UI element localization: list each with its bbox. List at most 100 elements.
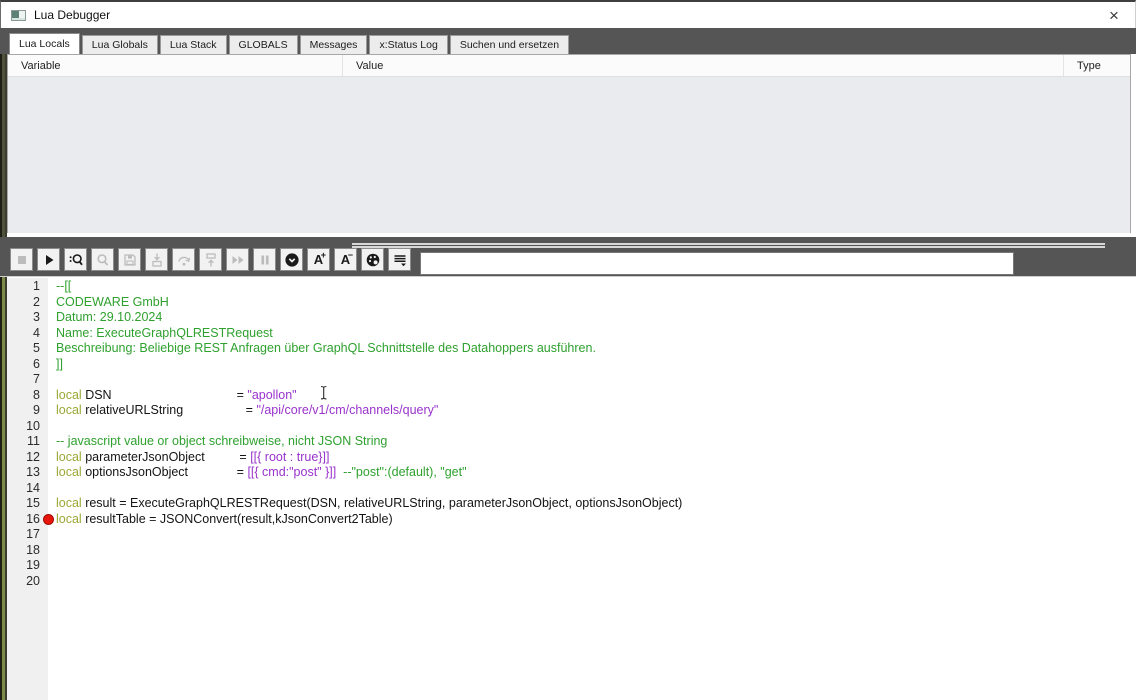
breakpoint-marker[interactable] <box>43 513 54 525</box>
step-out-button[interactable] <box>199 248 222 271</box>
code-line: 7 <box>7 372 1136 388</box>
code-text[interactable] <box>48 419 56 435</box>
tab-lua-globals[interactable]: Lua Globals <box>81 35 158 54</box>
toggle-breakpoint-button[interactable] <box>280 248 303 271</box>
line-number[interactable]: 14 <box>7 481 48 497</box>
code-line: 10 <box>7 419 1136 435</box>
stop-icon <box>17 255 26 264</box>
line-number[interactable]: 3 <box>7 310 48 326</box>
line-number[interactable]: 8 <box>7 388 48 404</box>
toolbar-buttons: A + A − <box>10 248 411 271</box>
code-line: 4 Name: ExecuteGraphQLRESTRequest <box>7 326 1136 342</box>
line-number[interactable]: 15 <box>7 496 48 512</box>
tab-status-log[interactable]: x:Status Log <box>369 35 448 54</box>
window-left-edge-olive <box>0 237 7 700</box>
code-line: 3 Datum: 29.10.2024 <box>7 310 1136 326</box>
code-text[interactable]: local DSN = "apollon" <box>48 388 297 404</box>
line-number[interactable]: 6 <box>7 357 48 373</box>
lines-menu-icon <box>394 254 406 266</box>
line-number[interactable]: 18 <box>7 543 48 559</box>
minus-icon: − <box>347 250 353 260</box>
line-number[interactable]: 20 <box>7 574 48 590</box>
splitter-grip[interactable] <box>352 243 1105 248</box>
line-number[interactable]: 9 <box>7 403 48 419</box>
code-line: 8 local DSN = "apollon" <box>7 388 1136 404</box>
column-header-type[interactable]: Type <box>1064 55 1130 76</box>
code-text[interactable]: local result = ExecuteGraphQLRESTRequest… <box>48 496 682 512</box>
run-button[interactable] <box>37 248 60 271</box>
line-number[interactable]: 16 <box>7 512 48 528</box>
fast-forward-icon <box>232 255 243 264</box>
line-number[interactable]: 12 <box>7 450 48 466</box>
run-to-cursor-button[interactable] <box>226 248 249 271</box>
step-into-icon <box>151 253 162 267</box>
code-editor[interactable]: 1 --[[2 CODEWARE GmbH 3 Datum: 29.10.2024 4 Na… <box>7 278 1136 700</box>
code-text[interactable]: -- javascript value or object schreibwei… <box>48 434 387 450</box>
title-bar[interactable]: Lua Debugger × <box>0 0 1136 28</box>
font-decrease-button[interactable]: A − <box>334 248 357 271</box>
code-text[interactable] <box>48 527 56 543</box>
save-button[interactable] <box>118 248 141 271</box>
line-number[interactable]: 11 <box>7 434 48 450</box>
tab-lua-stack[interactable]: Lua Stack <box>159 35 227 54</box>
line-number[interactable]: 7 <box>7 372 48 388</box>
code-text[interactable]: local resultTable = JSONConvert(result,k… <box>48 512 393 528</box>
zoom-button[interactable] <box>91 248 114 271</box>
code-text[interactable]: Name: ExecuteGraphQLRESTRequest <box>48 326 273 342</box>
code-text[interactable] <box>48 543 56 559</box>
tab-search-replace[interactable]: Suchen und ersetzen <box>449 35 570 54</box>
line-number[interactable]: 2 <box>7 295 48 311</box>
window-left-edge <box>0 54 7 237</box>
line-number[interactable]: 10 <box>7 419 48 435</box>
code-text[interactable] <box>48 558 56 574</box>
colors-button[interactable] <box>361 248 384 271</box>
code-line: 12 local parameterJsonObject = [[{ root :… <box>7 450 1136 466</box>
code-text[interactable]: local optionsJsonObject = [[{ cmd:"post"… <box>48 465 467 481</box>
magnifier-icon <box>96 253 108 266</box>
code-text[interactable] <box>48 574 56 590</box>
close-icon[interactable]: × <box>1103 5 1125 27</box>
tab-label: Messages <box>309 39 358 51</box>
step-over-button[interactable] <box>172 248 195 271</box>
line-number[interactable]: 4 <box>7 326 48 342</box>
stop-button[interactable] <box>10 248 33 271</box>
code-text[interactable]: Beschreibung: Beliebige REST Anfragen üb… <box>48 341 596 357</box>
app-icon <box>11 9 26 21</box>
tab-messages[interactable]: Messages <box>299 35 368 54</box>
step-into-button[interactable] <box>145 248 168 271</box>
code-text[interactable]: Datum: 29.10.2024 <box>48 310 162 326</box>
column-header-value[interactable]: Value <box>343 55 1064 76</box>
tab-label: Lua Locals <box>19 38 70 50</box>
tab-globals[interactable]: GLOBALS <box>228 35 298 54</box>
code-text[interactable]: --[[ <box>48 279 71 295</box>
code-text[interactable]: local parameterJsonObject = [[{ root : t… <box>48 450 329 466</box>
variables-header-row: Variable Value Type <box>8 55 1130 77</box>
code-text[interactable]: local relativeURLString = "/api/core/v1/… <box>48 403 438 419</box>
variables-body[interactable] <box>8 77 1130 233</box>
save-icon <box>123 253 136 266</box>
search-input[interactable] <box>420 252 1014 275</box>
line-number[interactable]: 13 <box>7 465 48 481</box>
line-options-button[interactable] <box>388 248 411 271</box>
find-button[interactable] <box>64 248 87 271</box>
code-line: 18 <box>7 543 1136 559</box>
line-number[interactable]: 5 <box>7 341 48 357</box>
pause-button[interactable] <box>253 248 276 271</box>
code-line: 5 Beschreibung: Beliebige REST Anfragen ü… <box>7 341 1136 357</box>
font-increase-button[interactable]: A + <box>307 248 330 271</box>
code-line: 16 local resultTable = JSONConvert(result… <box>7 512 1136 528</box>
line-number[interactable]: 17 <box>7 527 48 543</box>
line-number[interactable]: 1 <box>7 279 48 295</box>
column-header-variable[interactable]: Variable <box>8 55 343 76</box>
line-number[interactable]: 19 <box>7 558 48 574</box>
code-line: 9 local relativeURLString = "/api/core/v1… <box>7 403 1136 419</box>
plus-icon: + <box>320 250 326 260</box>
code-text[interactable] <box>48 372 56 388</box>
code-text[interactable]: ]] <box>48 357 63 373</box>
tab-lua-locals[interactable]: Lua Locals <box>9 33 80 54</box>
code-line: 2 CODEWARE GmbH <box>7 295 1136 311</box>
code-text[interactable] <box>48 481 56 497</box>
tab-label: x:Status Log <box>379 39 438 51</box>
code-text[interactable]: CODEWARE GmbH <box>48 295 169 311</box>
code-line: 17 <box>7 527 1136 543</box>
